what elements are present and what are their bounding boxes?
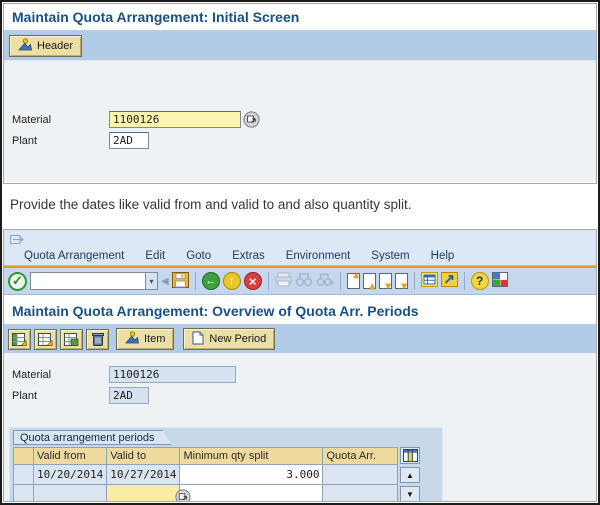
sap-initial-screen-window: Maintain Quota Arrangement: Initial Scre… [3,3,597,184]
header-button-label: Header [37,40,73,52]
header-details-icon [18,38,32,54]
header-button[interactable]: Header [9,35,82,57]
enter-button[interactable]: ✓ [8,272,27,291]
column-header-valid-to[interactable]: Valid to [107,448,180,465]
menu-help[interactable]: Help [431,250,455,262]
menu-quota-arrangement[interactable]: Quota Arrangement [24,250,124,262]
exit-button[interactable]: ↑ [223,272,241,290]
customize-layout-button[interactable] [492,272,508,290]
page-down-button[interactable]: ▼ [379,273,392,289]
search-help-icon[interactable] [175,489,191,502]
instruction-text: Provide the dates like valid from and va… [2,184,598,229]
material-display-field[interactable]: 1100126 [109,366,236,383]
column-header-quota-arr[interactable]: Quota Arr. [323,448,398,465]
last-page-button[interactable]: ▼ [395,273,408,289]
application-toolbar: Header [4,31,596,61]
material-label: Material [12,114,109,126]
column-header-min-qty-split[interactable]: Minimum qty split [180,448,323,465]
menu-extras[interactable]: Extras [232,250,265,262]
cell-valid-to-focused[interactable] [107,485,180,503]
material-input[interactable]: 1100126 [109,111,241,128]
cancel-button[interactable]: × [244,272,262,290]
row-selector[interactable] [14,485,34,503]
group-box-tab-label: Quota arrangement periods [13,430,172,445]
row-selector[interactable] [14,465,34,485]
quota-periods-section: Quota arrangement periods Valid from Val… [4,422,596,502]
find-next-button[interactable] [316,272,334,290]
scroll-up-button[interactable]: ▲ [400,467,420,483]
overview-page-title: Maintain Quota Arrangement: Overview of … [4,298,596,325]
table-config-icon [403,449,418,462]
scroll-down-button[interactable]: ▼ [400,486,420,502]
table-edit-button-3[interactable] [60,329,83,350]
table-green-icon [12,333,27,346]
cell-valid-from[interactable] [34,485,107,503]
quota-periods-group-box: Quota arrangement periods Valid from Val… [9,427,443,502]
print-button[interactable] [275,272,292,290]
plant-display-field[interactable]: 2AD [109,387,149,404]
new-session-button[interactable] [421,272,438,290]
cell-valid-to[interactable]: 10/27/2014 [107,465,180,485]
command-dropdown-icon[interactable]: ▾ [145,273,157,289]
cell-min-qty-split[interactable] [180,485,323,503]
table-edit-button-1[interactable] [8,329,31,350]
plant-input[interactable]: 2AD [109,132,149,149]
menu-bar: Quota Arrangement Edit Goto Extras Envir… [4,230,596,265]
overview-form: Material 1100126 Plant 2AD [4,353,596,422]
help-button[interactable]: ? [471,272,489,290]
standard-toolbar: ✓ ▾ ◀ ← ↑ × ▲ ▲ [4,268,596,295]
search-help-icon[interactable] [243,111,260,128]
table-header-row: Valid from Valid to Minimum qty split Qu… [14,448,398,465]
column-header-valid-from[interactable]: Valid from [34,448,107,465]
table-row [14,485,398,503]
continue-icon [10,233,24,248]
menu-system[interactable]: System [371,250,409,262]
cell-quota-arr[interactable] [323,485,398,503]
cell-quota-arr[interactable] [323,465,398,485]
table-edit-button-2[interactable] [34,329,57,350]
table-row: 10/20/2014 10/27/2014 3.000 [14,465,398,485]
tutorial-page: Maintain Quota Arrangement: Initial Scre… [0,0,600,505]
table-pencil-icon [38,333,53,346]
item-button[interactable]: Item [116,328,174,350]
delete-button[interactable] [86,329,109,350]
menu-goto[interactable]: Goto [186,250,211,262]
new-document-icon [192,331,204,348]
cell-valid-from[interactable]: 10/20/2014 [34,465,107,485]
sap-overview-window: Quota Arrangement Edit Goto Extras Envir… [3,229,597,502]
overview-application-toolbar: Item New Period [4,325,596,353]
find-button[interactable] [295,272,313,290]
plant-label: Plant [12,390,109,402]
selector-column-header[interactable] [14,448,34,465]
page-title: Maintain Quota Arrangement: Initial Scre… [4,4,596,31]
trash-icon [92,332,104,346]
menu-edit[interactable]: Edit [145,250,165,262]
back-button[interactable]: ← [202,272,220,290]
command-field[interactable]: ▾ [30,272,158,290]
table-settings-button[interactable] [400,447,420,464]
save-button[interactable] [172,272,189,291]
first-page-button[interactable]: ▲ [347,273,360,289]
page-up-button[interactable]: ▲ [363,273,376,289]
new-period-button[interactable]: New Period [183,328,275,350]
item-details-icon [125,331,139,347]
quota-periods-table: Valid from Valid to Minimum qty split Qu… [13,447,398,502]
previous-value-icon: ◀ [161,276,169,287]
plant-label: Plant [12,135,109,147]
new-period-button-label: New Period [209,333,266,345]
table-block-icon [64,333,79,346]
cell-min-qty-split[interactable]: 3.000 [180,465,323,485]
item-button-label: Item [144,333,165,345]
create-shortcut-button[interactable] [441,272,458,290]
initial-screen-form: Material 1100126 Plant 2AD [4,61,596,182]
menu-environment[interactable]: Environment [286,250,351,262]
command-input[interactable] [31,273,145,289]
material-label: Material [12,369,109,381]
